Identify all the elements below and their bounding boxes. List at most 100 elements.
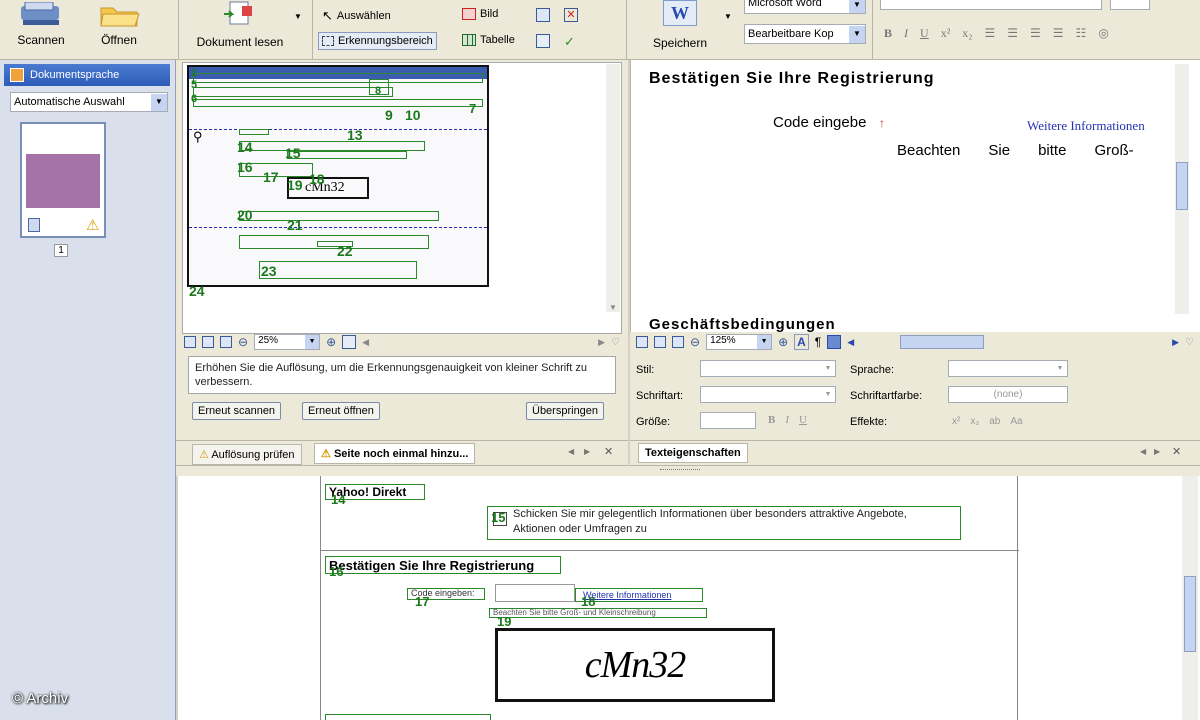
grid-view-icon[interactable] [827, 335, 842, 349]
chevron-down-icon: ▼ [305, 335, 320, 349]
text-note-line: Beachten Sie bitte Groß- [897, 142, 1134, 159]
strikethrough-button[interactable]: ab [989, 416, 1000, 427]
text-scrollbar[interactable] [1175, 64, 1189, 314]
tab-prev-icon[interactable]: ◀ [1140, 447, 1146, 456]
zoom-in-icon[interactable]: ⊕ [778, 335, 788, 349]
align-right-icon[interactable]: ☰ [1030, 26, 1041, 41]
language-icon [10, 68, 24, 82]
list-icon[interactable]: ☷ [1076, 26, 1087, 41]
chevron-down-icon: ▼ [151, 94, 167, 111]
zoom-select[interactable]: 25% ▼ [254, 334, 321, 350]
paragraph-icon[interactable]: ¶ [815, 335, 821, 349]
select-tool-button[interactable]: ↖ Auswählen [322, 8, 391, 24]
image-scrollbar[interactable]: ▼ [606, 64, 620, 312]
table-tool-button[interactable]: Tabelle [462, 34, 515, 46]
justify-icon[interactable]: ☰ [1053, 26, 1064, 41]
fit-page-icon[interactable] [636, 336, 648, 348]
text-zoom-select[interactable]: 125% ▼ [706, 334, 773, 350]
save-dropdown-arrow-icon[interactable]: ▼ [724, 12, 732, 21]
rescan-button[interactable]: Erneut scannen [192, 402, 282, 420]
superscript-button[interactable]: x² [941, 26, 951, 41]
font-select[interactable]: ▼ [700, 386, 836, 403]
italic-button[interactable]: I [904, 26, 908, 41]
tab-check-resolution[interactable]: ⚠ Auflösung prüfen [192, 444, 302, 465]
heart-icon[interactable]: ♡ [611, 337, 620, 348]
scroll-right-icon[interactable]: ▶ [598, 337, 605, 348]
align-left-icon[interactable]: ☰ [984, 26, 995, 41]
read-document-button[interactable]: Dokument lesen [190, 0, 290, 56]
font-color-select[interactable]: (none) [948, 386, 1068, 403]
language-select[interactable]: Automatische Auswahl ▼ [10, 92, 168, 112]
bold-button[interactable]: B [768, 414, 775, 426]
fit-width-icon[interactable] [654, 336, 666, 348]
tab-next-icon[interactable]: ▶ [584, 447, 590, 456]
align-center-icon[interactable]: ☰ [1007, 26, 1018, 41]
region-tool-button[interactable]: Erkennungsbereich [318, 32, 437, 50]
small-caps-button[interactable]: Aa [1010, 416, 1022, 427]
font-size-select[interactable] [1110, 0, 1150, 10]
scan-button[interactable]: Scannen [10, 0, 72, 56]
text-language-select[interactable]: ▼ [948, 360, 1068, 377]
fit-height-icon[interactable] [672, 336, 684, 348]
heart-icon[interactable]: ♡ [1185, 337, 1194, 348]
chevron-down-icon: ▼ [824, 391, 832, 398]
underline-button[interactable]: U [799, 414, 807, 426]
font-view-icon[interactable]: A [794, 334, 809, 350]
fit-width-icon[interactable] [202, 336, 214, 348]
code-input[interactable] [495, 584, 575, 602]
text-heading-2: Geschäftsbedingungen [649, 316, 836, 332]
check-icon[interactable]: ✓ [564, 34, 575, 50]
scroll-right-icon[interactable]: ▶ [1172, 337, 1179, 348]
layout-icon-1[interactable] [536, 8, 550, 22]
zoom-out-icon[interactable]: ⊖ [690, 335, 700, 349]
tab-next-icon[interactable]: ▶ [1154, 447, 1160, 456]
close-icon[interactable]: ✕ [1172, 445, 1181, 458]
superscript-button[interactable]: x² [952, 416, 960, 427]
h-scroll-thumb[interactable] [900, 335, 985, 349]
text-code-label: Code eingebe [773, 114, 867, 131]
picture-icon [462, 8, 476, 20]
zoom-view-scrollbar[interactable] [1182, 476, 1198, 720]
language-label: Sprache: [850, 364, 895, 376]
chevron-down-icon: ▼ [1056, 365, 1064, 372]
read-dropdown-arrow-icon[interactable]: ▼ [294, 12, 302, 21]
subscript-button[interactable]: x₂ [962, 26, 972, 41]
picture-tool-button[interactable]: Bild [462, 8, 498, 20]
fit-page-icon[interactable] [184, 336, 196, 348]
style-select[interactable]: ▼ [700, 360, 836, 377]
open-button[interactable]: Öffnen [88, 0, 150, 56]
save-button[interactable]: W Speichern [640, 0, 720, 56]
save-format-select[interactable]: Microsoft Word ▼ [744, 0, 866, 14]
scroll-down-icon[interactable]: ▼ [606, 303, 620, 312]
scroll-thumb[interactable] [1176, 162, 1188, 210]
layout-icon-2[interactable] [536, 34, 550, 48]
read-document-icon [224, 1, 252, 25]
spellcheck-icon[interactable]: ◎ [1098, 26, 1108, 41]
underline-button[interactable]: U [920, 26, 929, 41]
skip-button[interactable]: Überspringen [526, 402, 605, 420]
zoom-in-icon[interactable]: ⊕ [326, 335, 336, 349]
tab-add-page[interactable]: ⚠ Seite noch einmal hinzu... [314, 443, 476, 464]
tab-text-properties[interactable]: Texteigenschaften [638, 443, 748, 463]
page-thumbnail[interactable]: ⚠ [20, 122, 106, 238]
reopen-button[interactable]: Erneut öffnen [302, 402, 380, 420]
scroll-left-icon[interactable]: ◀ [847, 337, 854, 348]
save-mode-select[interactable]: Bearbeitbare Kop ▼ [744, 24, 866, 44]
splitter[interactable] [176, 466, 1200, 476]
delete-region-icon[interactable]: ✕ [564, 8, 578, 22]
tab-prev-icon[interactable]: ◀ [568, 447, 574, 456]
size-select[interactable] [700, 412, 756, 429]
bold-button[interactable]: B [884, 26, 892, 41]
fullscreen-icon[interactable] [342, 335, 357, 349]
close-icon[interactable]: ✕ [604, 445, 613, 458]
italic-button[interactable]: I [785, 414, 789, 426]
magnifier-icon: ⚲ [193, 129, 203, 144]
zoom-out-icon[interactable]: ⊖ [238, 335, 248, 349]
font-name-select[interactable] [880, 0, 1102, 10]
font-color-label: Schriftartfarbe: [850, 390, 923, 402]
fit-height-icon[interactable] [220, 336, 232, 348]
scroll-thumb[interactable] [1184, 576, 1196, 652]
subscript-button[interactable]: x₂ [970, 416, 979, 427]
scroll-left-icon[interactable]: ◀ [362, 337, 369, 348]
toolbar: Scannen Öffnen Dokument lesen ▼ ↖ Auswäh… [0, 0, 1200, 60]
